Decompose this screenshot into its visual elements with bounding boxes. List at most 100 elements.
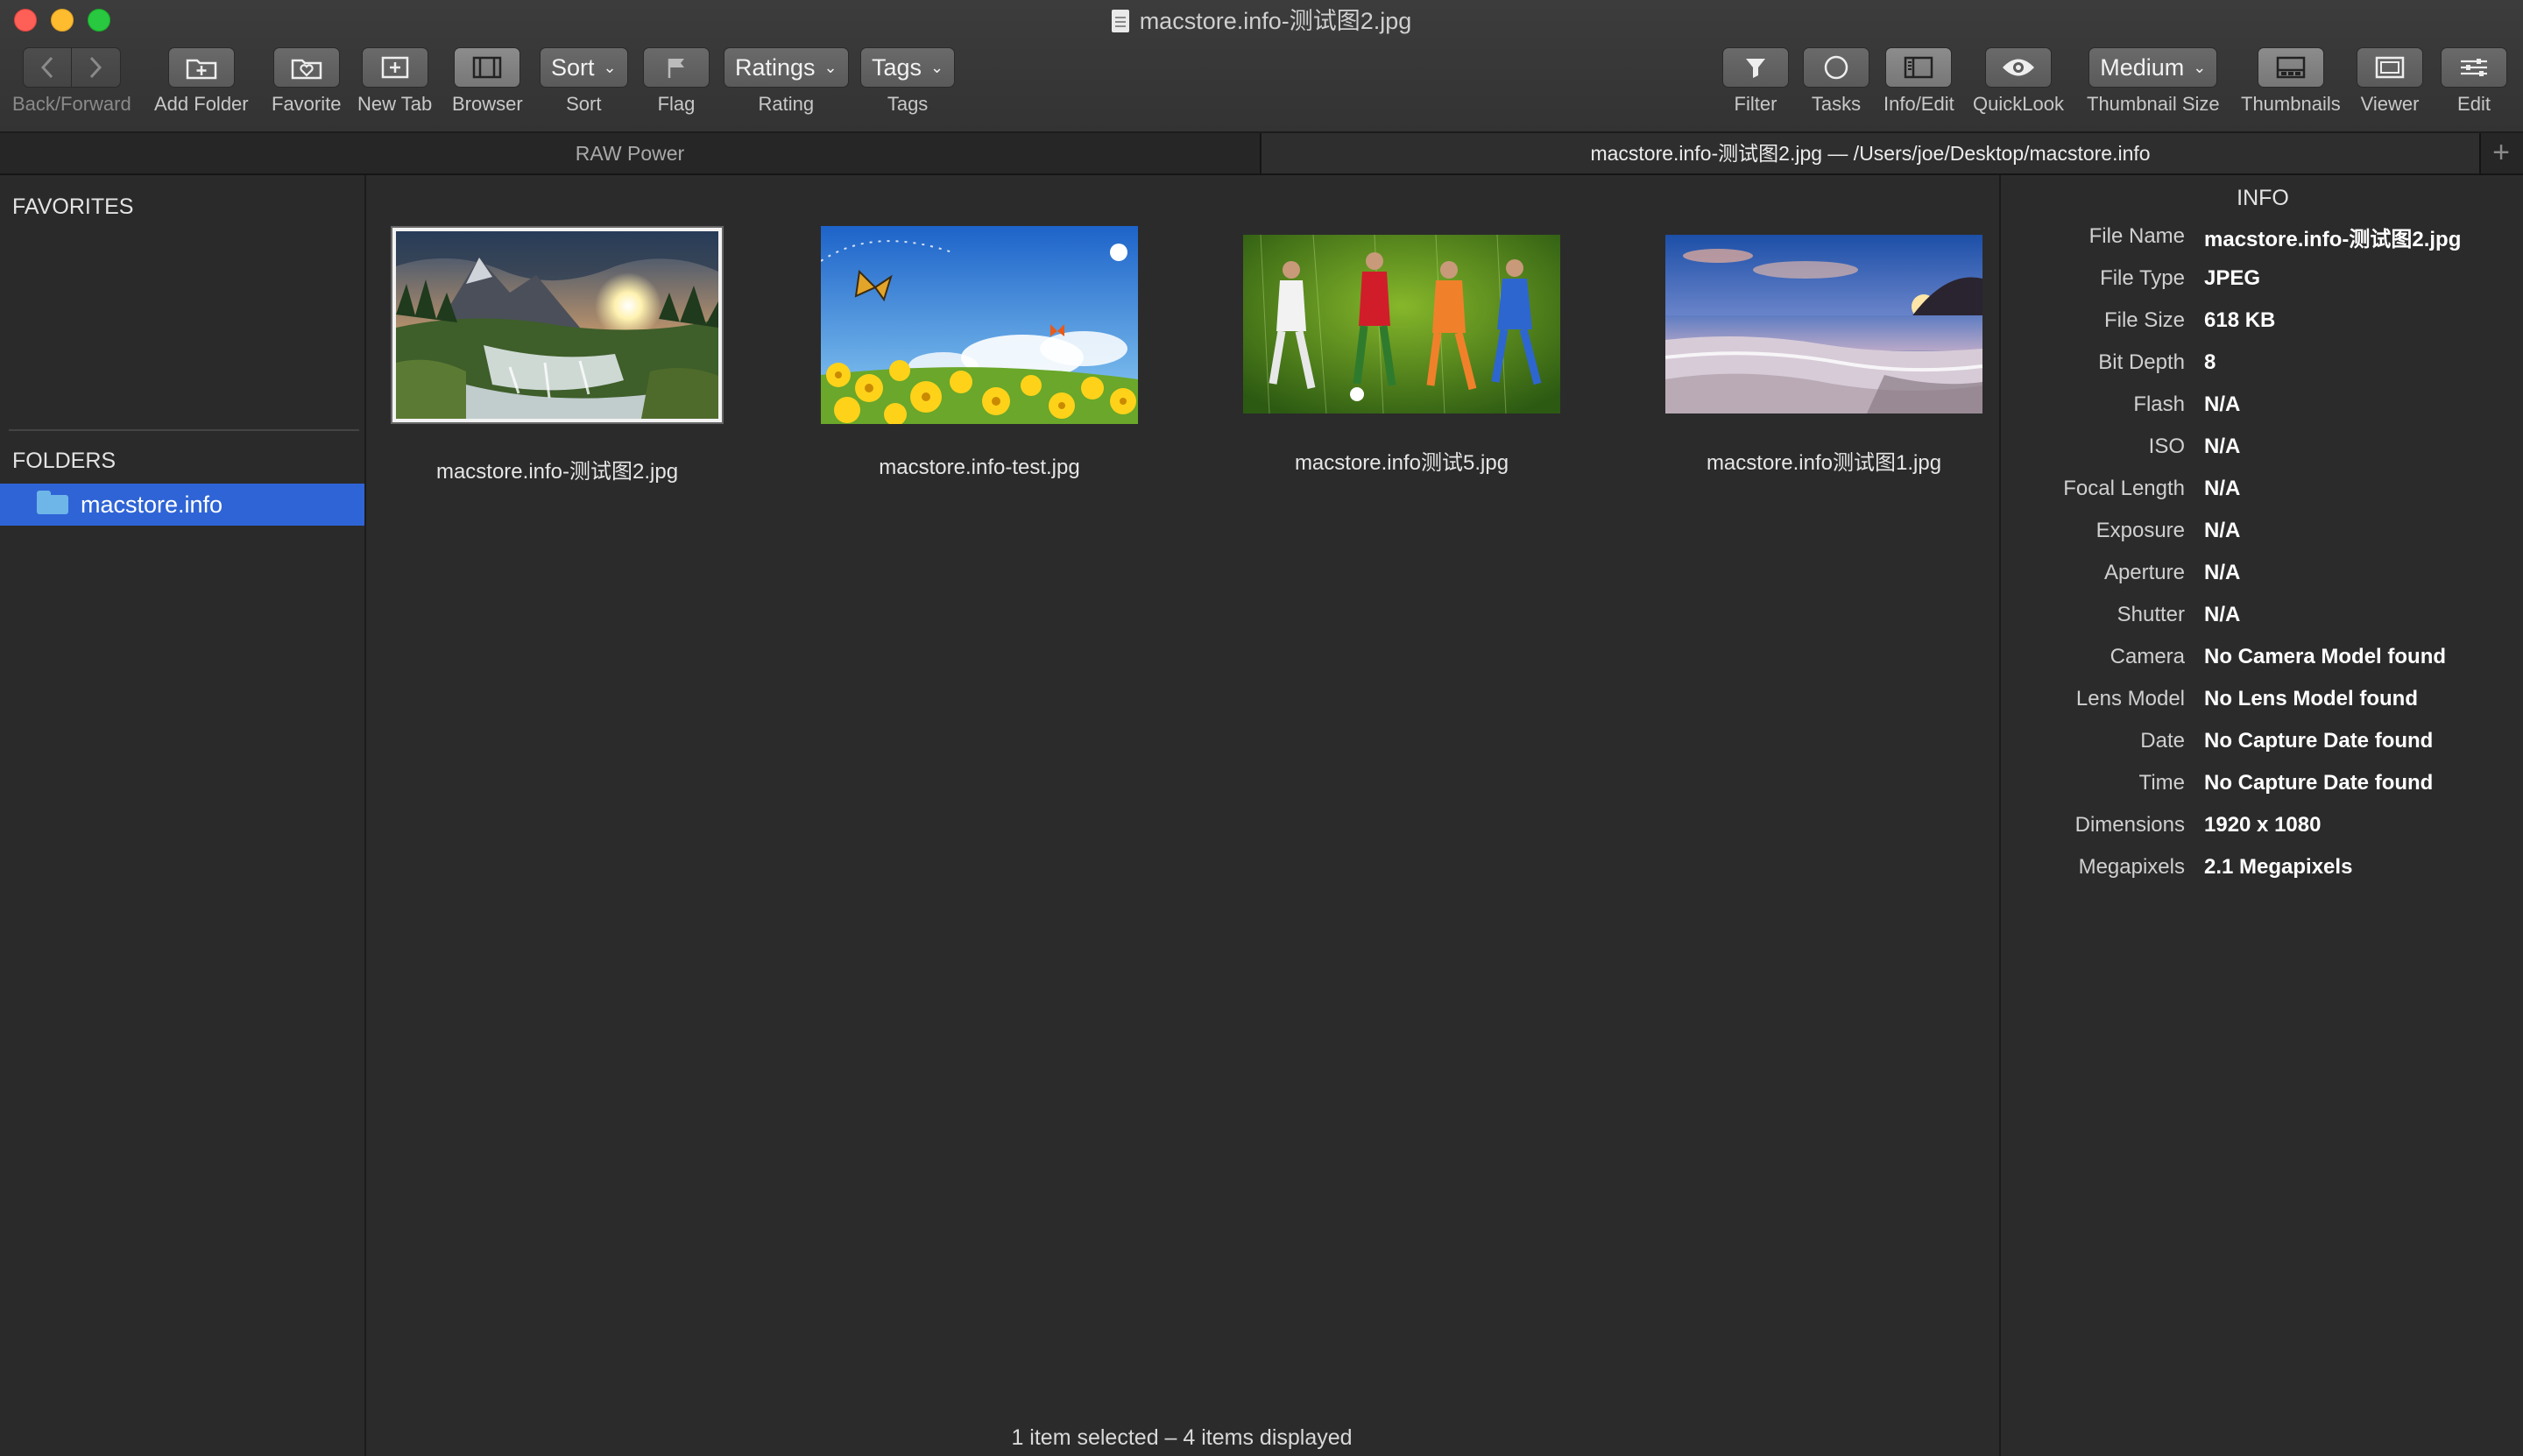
info-key: Exposure <box>2095 519 2185 542</box>
filter-item: Filter <box>1722 47 1789 116</box>
edit-button[interactable] <box>2441 47 2507 88</box>
info-value: No Capture Date found <box>2204 729 2434 753</box>
thumbnails-item: Thumbnails <box>2241 47 2341 116</box>
info-row: Aperture N/A <box>2001 552 2523 594</box>
thumbnail-item[interactable]: macstore.info-测试图2.jpg <box>373 228 741 484</box>
tags-label: Tags <box>887 93 929 115</box>
info-value: N/A <box>2204 435 2241 458</box>
info-key: File Size <box>2103 308 2185 332</box>
info-key: File Type <box>2100 266 2185 290</box>
tab-current-image[interactable]: macstore.info-测试图2.jpg — /Users/joe/Desk… <box>1260 133 2481 173</box>
tab-raw-power[interactable]: RAW Power <box>0 133 1260 173</box>
back-button[interactable] <box>22 47 72 88</box>
quicklook-button[interactable] <box>1984 47 2052 88</box>
info-key: Time <box>2138 771 2185 795</box>
info-key: Bit Depth <box>2098 350 2185 374</box>
favorite-folder-icon <box>291 59 322 80</box>
sort-popup[interactable]: Sort ⌄ <box>540 47 628 88</box>
filter-button[interactable] <box>1722 47 1789 88</box>
document-icon <box>1111 10 1129 32</box>
rating-label: Rating <box>758 93 815 115</box>
beach-sunset-image <box>1665 235 1982 413</box>
thumbnail-browser: macstore.info-测试图2.jpg macstore.info-tes… <box>366 175 1997 1456</box>
edit-label: Edit <box>2457 93 2491 115</box>
waterfall-sunset-image <box>396 231 718 419</box>
add-folder-label: Add Folder <box>154 93 249 115</box>
flag-label: Flag <box>657 93 696 115</box>
edit-item: Edit <box>2441 47 2507 116</box>
add-folder-icon <box>186 59 217 80</box>
new-tab-button[interactable] <box>361 47 428 88</box>
info-row: File Size 618 KB <box>2001 300 2523 342</box>
info-edit-button[interactable] <box>1885 47 1953 88</box>
info-row: Flash N/A <box>2001 384 2523 426</box>
tasks-item: Tasks <box>1803 47 1869 116</box>
rating-value: Ratings <box>735 53 816 81</box>
info-panel: INFO File Name macstore.info-测试图2.jpg File… <box>1999 175 2523 1456</box>
quicklook-item: QuickLook <box>1973 47 2064 116</box>
sort-item: Sort ⌄ Sort <box>540 47 628 116</box>
info-value: No Lens Model found <box>2204 687 2418 710</box>
back-forward-control: Back/Forward <box>12 47 131 116</box>
thumbnail-size-item: Medium ⌄ Thumbnail Size <box>2087 47 2220 116</box>
info-list: File Name macstore.info-测试图2.jpg File Type… <box>2001 216 2523 888</box>
info-key: Shutter <box>2117 603 2185 626</box>
viewer-button[interactable] <box>2357 47 2423 88</box>
thumbnail-item[interactable]: macstore.info测试图1.jpg <box>1640 228 2008 476</box>
info-row: Lens Model No Lens Model found <box>2001 678 2523 720</box>
window-title: macstore.info-测试图2.jpg <box>1139 8 1412 34</box>
info-value: macstore.info-测试图2.jpg <box>2204 227 2462 251</box>
viewer-item: Viewer <box>2357 47 2423 116</box>
thumbnail-item[interactable]: macstore.info-test.jpg <box>795 226 1163 480</box>
window-title-bar: macstore.info-测试图2.jpg <box>0 4 2523 39</box>
forward-button[interactable] <box>71 47 121 88</box>
folders-heading: FOLDERS <box>12 449 117 473</box>
thumbnail-item[interactable]: macstore.info测试5.jpg <box>1218 228 1586 476</box>
flag-item: Flag <box>643 47 710 116</box>
flag-icon <box>668 59 684 78</box>
filter-icon <box>1746 59 1765 78</box>
thumbnail-frame <box>392 228 722 422</box>
tasks-circle-icon <box>1824 55 1848 80</box>
folder-icon <box>37 491 68 514</box>
browser-button[interactable] <box>454 47 521 88</box>
info-value: N/A <box>2204 603 2241 626</box>
tags-popup[interactable]: Tags ⌄ <box>860 47 956 88</box>
info-key: Focal Length <box>2063 477 2185 500</box>
sidebar-item-macstore-info[interactable]: macstore.info <box>0 484 364 526</box>
add-folder-button[interactable] <box>167 47 235 88</box>
info-row: Focal Length N/A <box>2001 468 2523 510</box>
favorite-label: Favorite <box>272 93 342 115</box>
tab-bar: RAW Power macstore.info-测试图2.jpg — /User… <box>0 133 2523 175</box>
rating-popup[interactable]: Ratings ⌄ <box>724 47 849 88</box>
flag-button[interactable] <box>643 47 710 88</box>
chevron-down-icon: ⌄ <box>603 58 617 76</box>
info-key: Camera <box>2110 645 2185 668</box>
add-tab-button[interactable]: + <box>2479 133 2523 173</box>
thumbnail-size-popup[interactable]: Medium ⌄ <box>2088 47 2218 88</box>
info-value: 2.1 Megapixels <box>2204 855 2353 879</box>
favorite-button[interactable] <box>272 47 340 88</box>
browser-item: Browser <box>452 47 523 116</box>
info-heading: INFO <box>2237 186 2289 210</box>
tags-item: Tags ⌄ Tags <box>860 47 956 116</box>
tasks-label: Tasks <box>1811 93 1862 115</box>
toolbar: macstore.info-测试图2.jpg Back/Forward Add … <box>0 0 2523 133</box>
sliders-icon <box>2461 59 2487 76</box>
info-key: ISO <box>2148 435 2185 458</box>
football-players-image <box>1243 235 1560 413</box>
favorite-item: Favorite <box>272 47 341 116</box>
info-value: N/A <box>2204 561 2241 584</box>
info-key: File Name <box>2088 224 2185 248</box>
info-key: Dimensions <box>2074 813 2185 837</box>
status-text: 1 item selected – 4 items displayed <box>1011 1425 1353 1450</box>
sort-label: Sort <box>566 93 602 115</box>
browser-label: Browser <box>452 93 523 115</box>
info-edit-label: Info/Edit <box>1883 93 1954 115</box>
thumbnails-button[interactable] <box>2257 47 2324 88</box>
info-value: 8 <box>2204 350 2216 374</box>
sidebar-divider <box>9 429 359 431</box>
tasks-button[interactable] <box>1803 47 1869 88</box>
info-row: Bit Depth 8 <box>2001 342 2523 384</box>
info-value: JPEG <box>2204 266 2261 290</box>
